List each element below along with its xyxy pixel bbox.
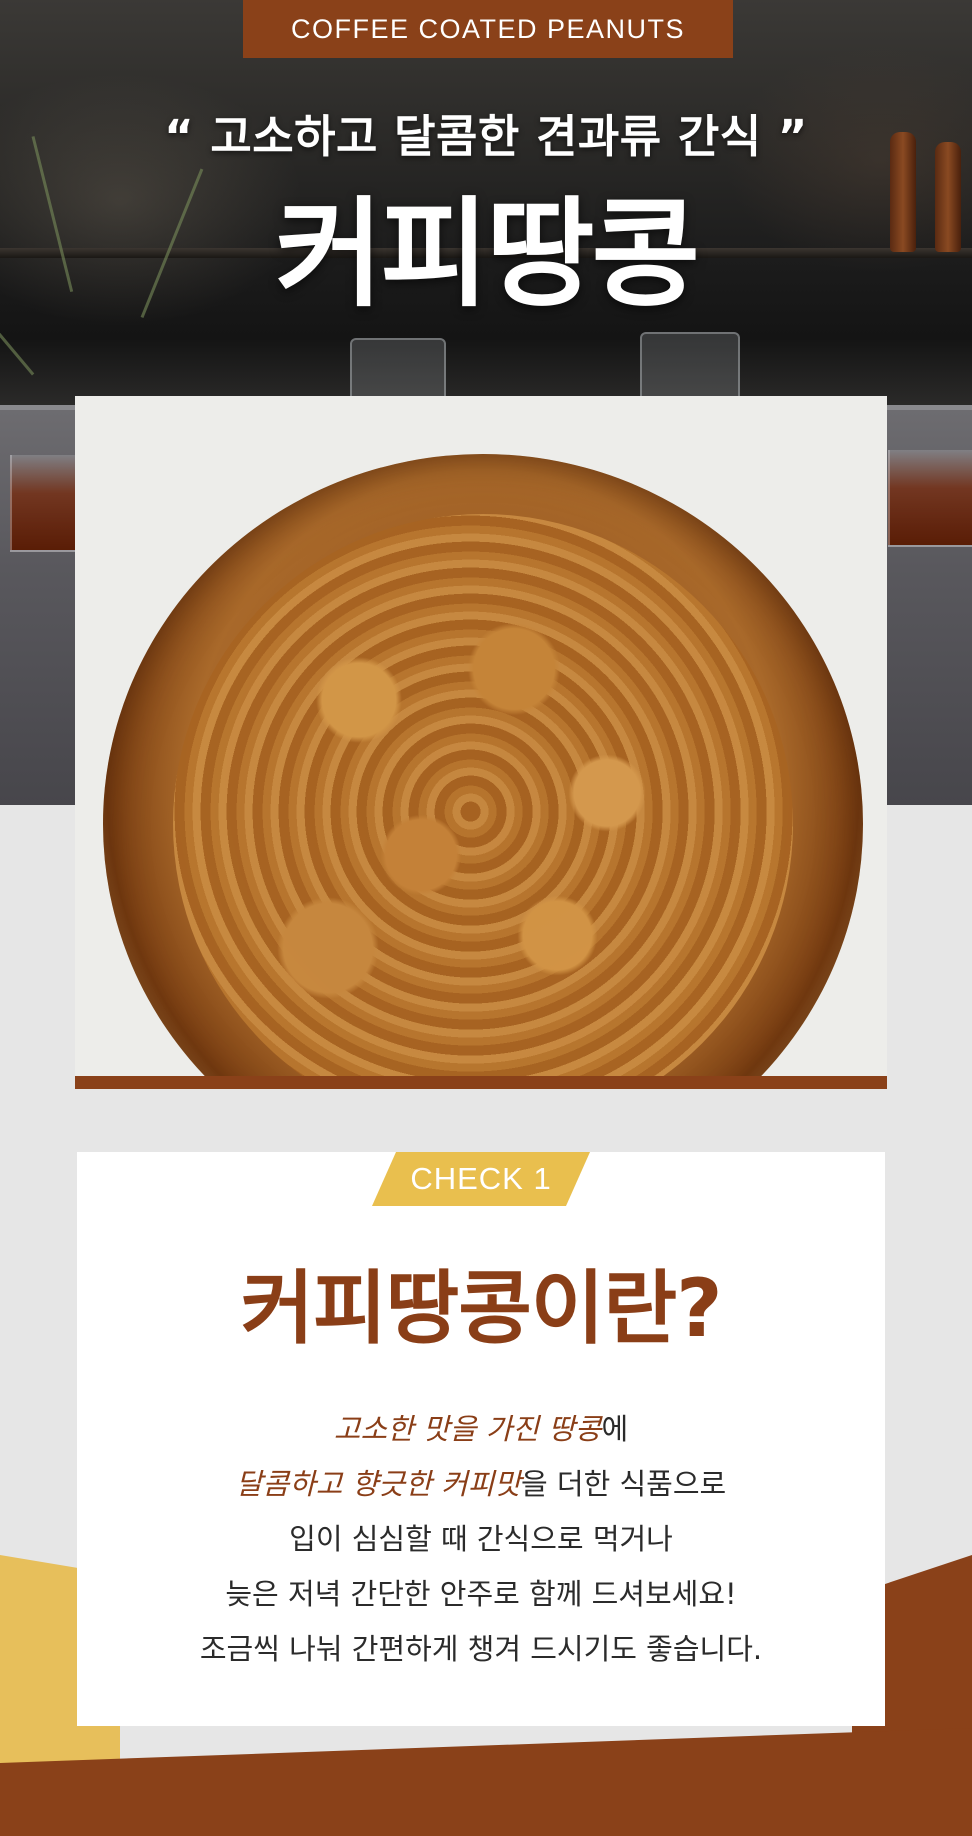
check-badge: CHECK 1	[372, 1152, 590, 1206]
plain-text: 을 더한 식품으로	[521, 1467, 727, 1501]
product-photo	[75, 396, 887, 1076]
peanuts	[173, 514, 793, 1076]
info-card: CHECK 1 커피땅콩이란? 고소한 맛을 가진 땅콩에 달콤하고 향긋한 커…	[77, 1152, 885, 1726]
tea-cup	[888, 450, 972, 547]
description-line: 입이 심심할 때 간식으로 먹거나	[289, 1522, 673, 1556]
check-badge-label: CHECK 1	[410, 1161, 552, 1196]
page-title: 커피땅콩	[274, 185, 700, 323]
product-label-bar: COFFEE COATED PEANUTS	[243, 0, 733, 58]
description-line: 조금씩 나눠 간편하게 챙겨 드시기도 좋습니다.	[199, 1632, 763, 1666]
tea-cup	[10, 455, 80, 552]
highlight-text: 달콤하고 향긋한 커피맛	[235, 1467, 522, 1501]
tagline: “ 고소하고 달콤한 견과류 간식 ”	[164, 110, 808, 163]
decor-brown-footer	[0, 1728, 972, 1836]
description-line: 늦은 저녁 간단한 안주로 함께 드셔보세요!	[225, 1577, 737, 1611]
description-line: 고소한 맛을 가진 땅콩에	[77, 1402, 885, 1457]
plain-text: 에	[601, 1412, 629, 1446]
bowl-of-coffee-peanuts-icon	[103, 454, 863, 1076]
product-label: COFFEE COATED PEANUTS	[290, 13, 686, 44]
description-line: 달콤하고 향긋한 커피맛을 더한 식품으로	[77, 1457, 885, 1512]
section-title: 커피땅콩이란?	[240, 1262, 722, 1355]
description: 고소한 맛을 가진 땅콩에 달콤하고 향긋한 커피맛을 더한 식품으로 입이 심…	[77, 1402, 885, 1677]
highlight-text: 고소한 맛을 가진 땅콩	[333, 1412, 602, 1446]
photo-underline	[75, 1076, 887, 1089]
